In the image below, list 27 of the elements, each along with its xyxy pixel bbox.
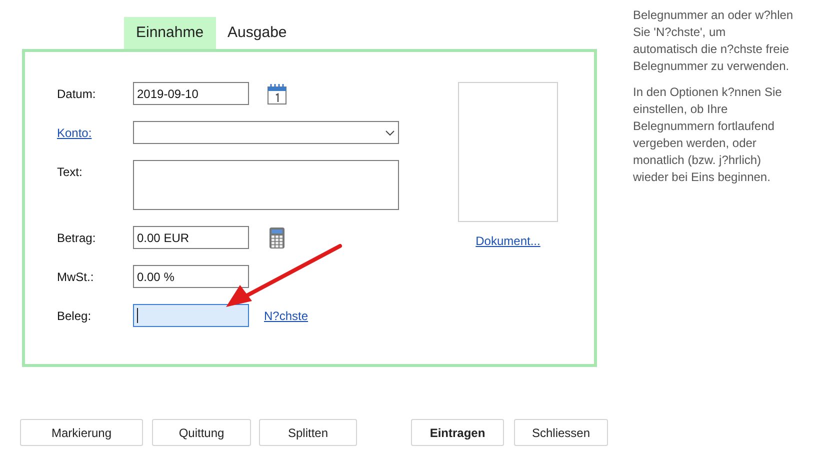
next-number-link[interactable]: N?chste — [264, 306, 308, 324]
document-link[interactable]: Dokument... — [476, 232, 540, 250]
vat-field[interactable]: 0.00 % — [133, 265, 249, 288]
field-label: Text: — [57, 164, 84, 181]
dialog-button[interactable]: Splitten — [259, 419, 357, 446]
chevron-down-icon — [385, 130, 395, 136]
text-area[interactable] — [133, 160, 399, 210]
field-label: Datum: — [57, 86, 97, 103]
text-cursor — [137, 308, 138, 323]
dialog-button[interactable]: Quittung — [152, 419, 251, 446]
dialog-button[interactable]: Schliessen — [514, 419, 608, 446]
account-link[interactable]: Konto: — [57, 121, 133, 142]
field-label: Beleg: — [57, 308, 92, 325]
tab[interactable]: Ausgabe — [216, 17, 299, 49]
calculator-icon[interactable] — [269, 226, 285, 248]
calendar-icon[interactable] — [267, 82, 287, 104]
field-label: MwSt.: — [57, 269, 95, 286]
field-label: Betrag: — [57, 230, 97, 247]
dialog-button[interactable]: Eintragen — [411, 419, 504, 446]
dialog-button[interactable]: Markierung — [20, 419, 143, 446]
account-dropdown[interactable] — [133, 121, 399, 144]
receipt-number-field[interactable] — [133, 304, 249, 327]
tab[interactable]: Einnahme — [124, 17, 216, 49]
help-paragraph: In den Optionen k?nnen Sie einstellen, ob Ihre Belegnummern fortlaufend vergeben werden, oder monatlich (bzw. j?hrlich) wieder bei Eins beginnen. — [633, 84, 783, 186]
amount-field[interactable]: 0.00 EUR — [133, 226, 249, 249]
date-field[interactable]: 2019-09-10 — [133, 82, 249, 105]
help-paragraph: Belegnummer an oder w?hlen Sie 'N?chste', um automatisch die n?chste freie Belegnummer zu verwenden. — [633, 7, 794, 75]
